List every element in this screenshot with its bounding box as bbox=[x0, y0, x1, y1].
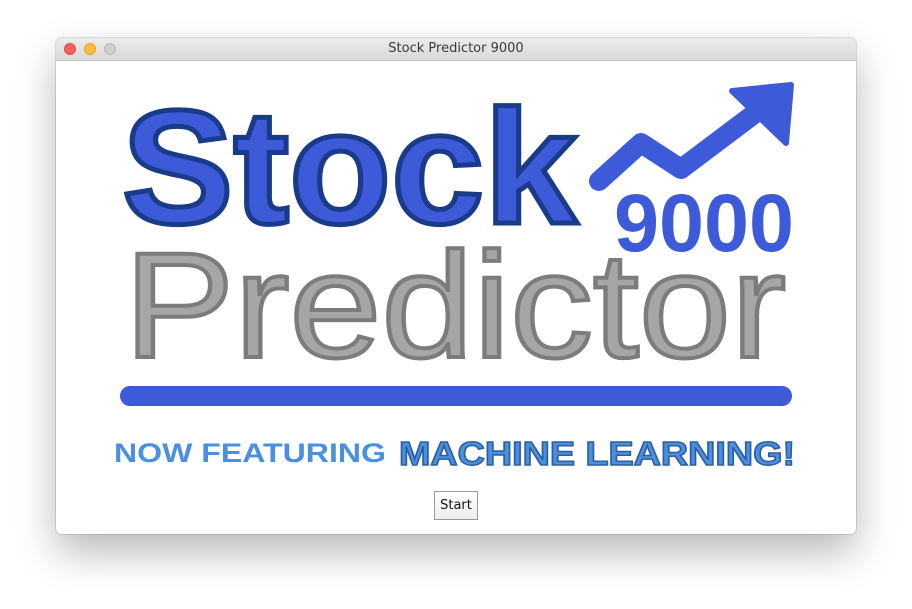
stock-predictor-logo: Stock 9000 Predictor NOW FEATURING MACHI… bbox=[114, 75, 796, 473]
tagline-now-featuring: NOW FEATURING bbox=[114, 438, 386, 468]
title-bar[interactable]: Stock Predictor 9000 bbox=[56, 38, 856, 61]
trending-up-arrow-icon bbox=[589, 82, 794, 191]
logo-word-predictor: Predictor bbox=[124, 221, 786, 389]
start-button[interactable]: Start bbox=[434, 491, 478, 520]
logo-underline-bar bbox=[120, 386, 792, 406]
app-window: Stock Predictor 9000 Stock 9000 Predicto… bbox=[56, 38, 856, 534]
main-content: Stock 9000 Predictor NOW FEATURING MACHI… bbox=[56, 61, 856, 534]
tagline-machine-learning: MACHINE LEARNING! bbox=[399, 435, 795, 472]
window-title: Stock Predictor 9000 bbox=[388, 41, 524, 56]
